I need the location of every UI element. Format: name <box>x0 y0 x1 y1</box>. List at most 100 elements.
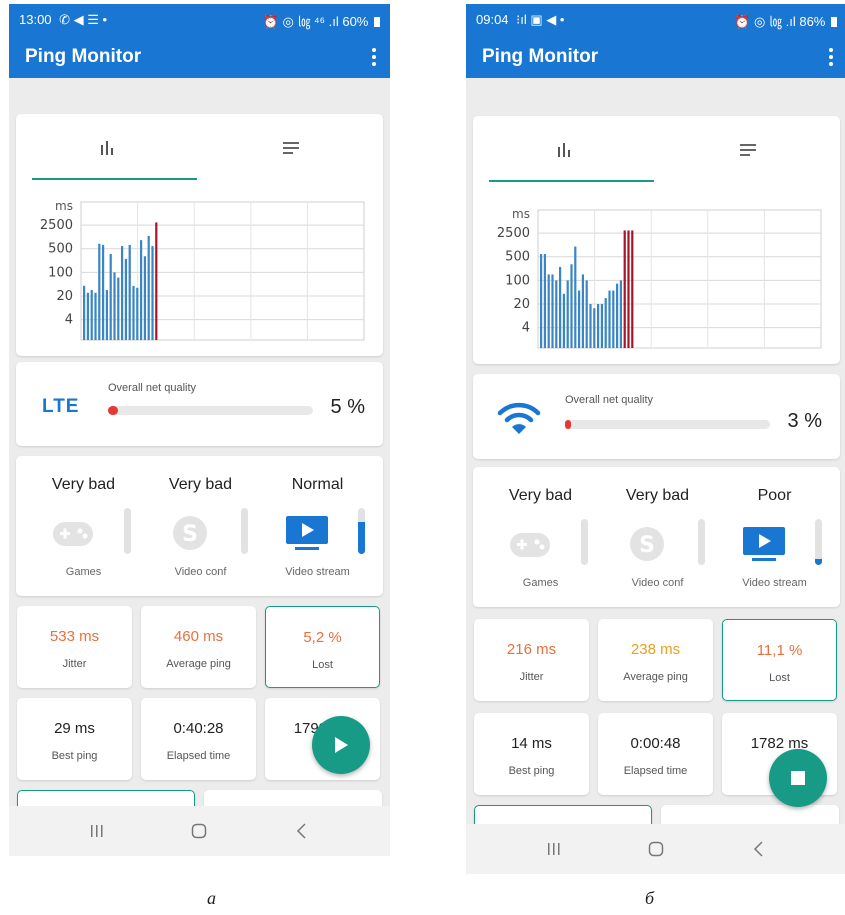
ping-chart: ms 2500 500 100 20 4 <box>16 196 383 346</box>
phone-screenshot-a: 13:00 ✆ ◀ ☰ • ⏰ ◎ ㏒ ⁴⁶ .ıl 60% Ping Moni… <box>9 4 390 856</box>
app-bar: Ping Monitor <box>466 36 845 78</box>
skype-icon: S <box>167 512 213 554</box>
usage-monitor-play: Normal Video stream <box>260 456 375 606</box>
stat-value: 11,1 % <box>756 642 803 659</box>
battery-icon <box>831 16 837 27</box>
home-button[interactable] <box>606 824 706 874</box>
stat-tile-average-ping[interactable]: 238 ms Average ping <box>598 619 713 701</box>
status-left-icons: ✆ ◀ ☰ • <box>59 12 108 27</box>
net-quality-value: 5 % <box>330 396 365 418</box>
stat-value: 29 ms <box>54 720 95 737</box>
stat-tile-best-ping[interactable]: 29 ms Best ping <box>17 698 132 780</box>
ping-bar <box>547 274 550 348</box>
app-title: Ping Monitor <box>25 46 142 67</box>
usage-level-fill <box>815 558 822 565</box>
stat-tile-lost[interactable]: 5,2 % Lost <box>265 606 380 688</box>
stat-value: 5,2 % <box>303 629 342 646</box>
back-button[interactable] <box>708 824 808 874</box>
recent-apps-button[interactable] <box>47 806 147 856</box>
monitor-play-icon <box>284 512 330 554</box>
stat-value: 238 ms <box>630 641 681 658</box>
caption-b: б <box>645 888 655 908</box>
status-right: ⏰ ◎ ㏒ .ıl 86% <box>734 11 837 30</box>
stat-tile-jitter[interactable]: 533 ms Jitter <box>17 606 132 688</box>
list-icon <box>740 144 757 156</box>
gamepad-icon <box>50 512 96 554</box>
back-button[interactable] <box>251 806 351 856</box>
back-icon <box>296 823 306 839</box>
ping-bar <box>608 290 611 348</box>
stat-value: 533 ms <box>49 628 100 645</box>
view-tabs <box>16 114 383 182</box>
net-quality-bar <box>108 406 313 415</box>
stop-button[interactable] <box>769 749 827 807</box>
home-button[interactable] <box>149 806 249 856</box>
usage-rating: Very bad <box>625 487 690 504</box>
stat-tile-best-ping[interactable]: 14 ms Best ping <box>474 713 589 795</box>
net-quality-label: Overall net quality <box>108 382 197 394</box>
usage-name: Games <box>65 566 102 578</box>
usage-gamepad: Very bad Games <box>26 456 141 606</box>
caption-a: а <box>207 888 216 908</box>
stat-label: Lost <box>312 659 333 671</box>
ping-bar <box>128 244 131 340</box>
status-right: ⏰ ◎ ㏒ ⁴⁶ .ıl 60% <box>263 11 380 30</box>
ping-bar <box>616 283 619 348</box>
ping-bar <box>543 254 546 348</box>
home-icon <box>191 823 207 839</box>
stat-tile-lost[interactable]: 11,1 % Lost <box>722 619 837 701</box>
stat-value: 0:40:28 <box>173 720 224 737</box>
y-tick-label: 500 <box>505 250 530 265</box>
stat-label: Average ping <box>623 671 688 683</box>
stat-tile-elapsed-time[interactable]: 0:40:28 Elapsed time <box>141 698 256 780</box>
tab-chart[interactable] <box>473 116 657 184</box>
more-options-icon[interactable] <box>827 48 835 66</box>
stat-value: 216 ms <box>506 641 557 658</box>
tab-list[interactable] <box>200 114 384 182</box>
usage-quality-card: Very bad Games Very bad S Video conf Normal Vi… <box>16 456 383 596</box>
ping-bar <box>612 290 615 348</box>
ping-chart: ms 2500 500 100 20 4 <box>473 204 840 354</box>
gamepad-icon <box>507 523 553 565</box>
tab-chart[interactable] <box>16 114 200 182</box>
net-quality-bar <box>565 420 770 429</box>
system-nav-bar <box>466 824 845 874</box>
stat-tile-elapsed-time[interactable]: 0:00:48 Elapsed time <box>598 713 713 795</box>
usage-name: Video stream <box>742 577 807 589</box>
ping-bar <box>132 285 135 340</box>
skype-icon: S <box>624 523 670 565</box>
status-right-icons: ⏰ ◎ ㏒ .ıl <box>734 13 796 29</box>
status-time: 13:00 <box>19 12 52 27</box>
stat-tile-average-ping[interactable]: 460 ms Average ping <box>141 606 256 688</box>
ping-bar <box>105 290 108 340</box>
usage-rating: Poor <box>757 487 792 504</box>
ping-bar <box>102 244 105 340</box>
status-bar: 13:00 ✆ ◀ ☰ • ⏰ ◎ ㏒ ⁴⁶ .ıl 60% <box>9 4 390 36</box>
stop-icon <box>791 771 805 785</box>
tab-list[interactable] <box>657 116 841 184</box>
stat-value: 14 ms <box>511 735 552 752</box>
ping-bar <box>578 290 581 348</box>
usage-name: Video stream <box>285 566 350 578</box>
stat-tile-jitter[interactable]: 216 ms Jitter <box>474 619 589 701</box>
play-icon <box>335 737 348 753</box>
net-quality-value: 3 % <box>787 410 822 432</box>
usage-name: Video conf <box>174 566 227 578</box>
usage-level-bar <box>815 519 822 565</box>
list-icon <box>283 142 300 154</box>
stat-value: 1782 ms <box>750 735 809 752</box>
recent-apps-button[interactable] <box>504 824 604 874</box>
ping-bar <box>551 274 554 348</box>
usage-level-bar <box>358 508 365 554</box>
system-nav-bar <box>9 806 390 856</box>
usage-rating: Normal <box>291 476 344 493</box>
more-options-icon[interactable] <box>370 48 378 66</box>
ping-bar-timeout <box>631 230 634 348</box>
usage-gamepad: Very bad Games <box>483 467 598 617</box>
y-unit-label: ms <box>55 199 73 213</box>
start-button[interactable] <box>312 716 370 774</box>
ping-bar-timeout <box>623 230 626 348</box>
selected-tab-indicator <box>489 180 654 182</box>
ping-bar <box>94 292 97 340</box>
ping-bar <box>555 280 558 348</box>
